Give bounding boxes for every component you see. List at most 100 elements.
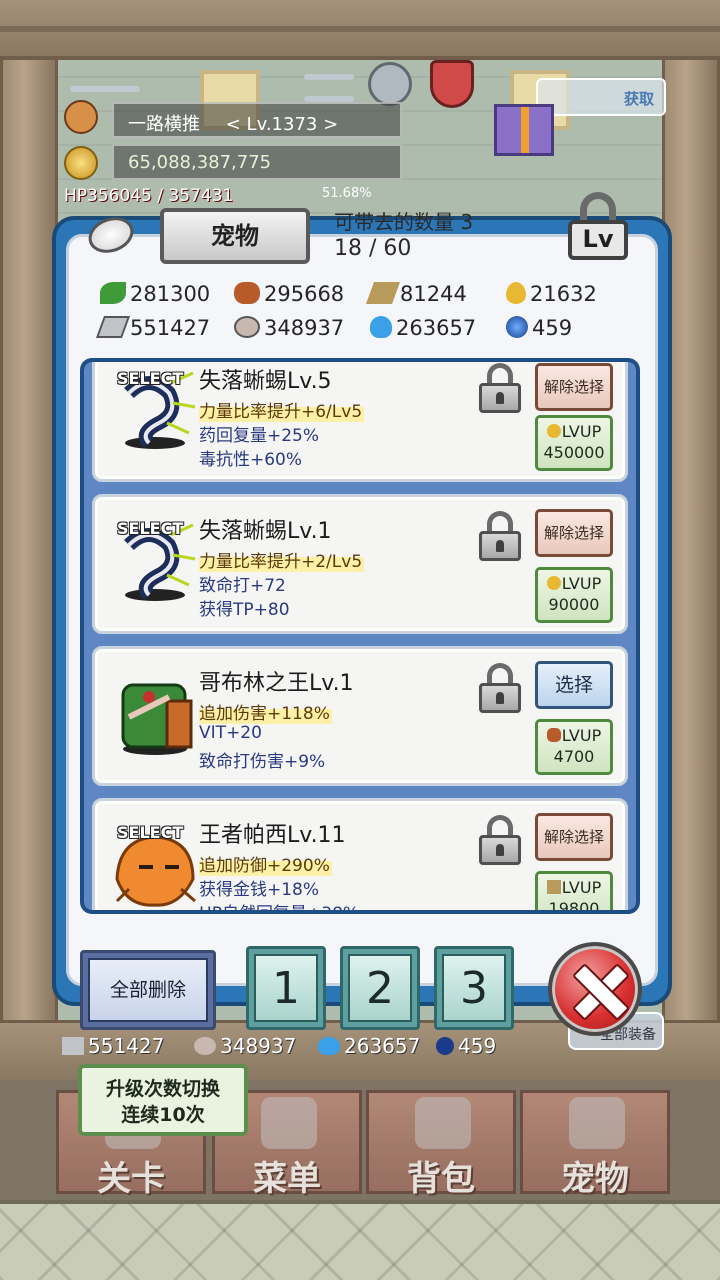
blue-flame-icon (318, 1037, 340, 1055)
pet-list[interactable]: SELECT 失落蜥蜴Lv.5 力量比率提升+6/Lv5 药回复量+25% 毒抗… (80, 358, 640, 914)
gift-box-icon[interactable] (494, 104, 554, 156)
pet-stat: VIT+20 (199, 723, 262, 743)
deselect-button[interactable]: 解除选择 (535, 813, 613, 861)
player-avatar (64, 100, 98, 134)
blue-orb-icon (506, 316, 528, 338)
resource-orb: 459 (506, 316, 572, 340)
backpack-icon (415, 1097, 471, 1149)
pet-name: 王者帕西Lv.11 (199, 823, 346, 848)
resource-plank: 81244 (365, 282, 467, 306)
player-level: < Lv.1373 > (225, 114, 339, 135)
floor (0, 1200, 720, 1280)
close-icon[interactable] (548, 942, 642, 1036)
blue-orb-icon (436, 1037, 454, 1055)
resource-flame: 263657 (370, 316, 476, 340)
pet-card[interactable]: SELECT 王者帕西Lv.11 追加防御+290% 获得金钱+18% HP自然… (92, 798, 628, 914)
pet-stat: 毒抗性+60% (199, 450, 303, 470)
coin-icon (64, 146, 98, 180)
level-lock-button[interactable]: Lv (566, 192, 630, 260)
nav-tab-bag[interactable]: 背包 (366, 1090, 516, 1199)
pet-stat: 药回复量+25% (199, 426, 320, 446)
behind-resource: 459 (436, 1034, 496, 1058)
lv-badge: Lv (568, 220, 628, 260)
wood-log-icon (234, 282, 260, 304)
pet-card[interactable]: 哥布林之王Lv.1 追加伤害+118% VIT+20 致命打伤害+9% 选择 L… (92, 646, 628, 786)
player-name-bar: 一路横推 < Lv.1373 > (112, 102, 402, 138)
pet-stat-primary: 追加防御+290% (199, 851, 332, 876)
stone-icon (234, 316, 260, 338)
selected-tag: SELECT (117, 519, 184, 538)
deselect-button[interactable]: 解除选择 (535, 363, 613, 411)
lock-toggle[interactable] (477, 511, 523, 563)
plank-icon (546, 880, 561, 894)
pet-name: 哥布林之王Lv.1 (199, 671, 354, 696)
wood-log-icon (546, 728, 561, 742)
pet-card[interactable]: SELECT 失落蜥蜴Lv.1 力量比率提升+2/Lv5 致命打+72 获得TP… (92, 494, 628, 634)
pet-stat-primary: 追加伤害+118% (199, 699, 332, 724)
resource-stone: 348937 (234, 316, 344, 340)
lvup-button[interactable]: LVUP 19800 (535, 871, 613, 914)
hp-readout: HP356045 / 357431 (64, 186, 234, 206)
lvup-cost: 19800 (548, 899, 600, 914)
oil-drop-icon (546, 576, 561, 590)
delete-all-button[interactable]: 全部删除 (80, 950, 216, 1030)
lvup-button[interactable]: LVUP 4700 (535, 719, 613, 775)
herb-icon (100, 282, 126, 304)
pet-stat-primary: 力量比率提升+2/Lv5 (199, 547, 365, 572)
preset-slot-1-button[interactable]: 1 (246, 946, 326, 1030)
selected-tag: SELECT (117, 369, 184, 388)
plank-icon (365, 282, 401, 304)
red-shield-icon (430, 60, 474, 108)
lock-toggle[interactable] (477, 363, 523, 415)
behind-resource: 551427 (62, 1034, 164, 1058)
preset-slot-3-button[interactable]: 3 (434, 946, 514, 1030)
nav-tab-pet[interactable]: 宠物 (520, 1090, 670, 1199)
pet-name: 失落蜥蜴Lv.1 (199, 519, 332, 544)
dialog-title: 宠物 (160, 208, 310, 264)
pet-stat-primary: 力量比率提升+6/Lv5 (199, 397, 365, 422)
resource-herb: 281300 (100, 282, 210, 306)
money-display: 65,088,387,775 (112, 144, 402, 180)
lock-toggle[interactable] (477, 815, 523, 867)
lvup-button[interactable]: LVUP 90000 (535, 567, 613, 623)
upgrade-count-toggle[interactable]: 升级次数切换 连续10次 (78, 1064, 248, 1136)
pet-card[interactable]: SELECT 失落蜥蜴Lv.5 力量比率提升+6/Lv5 药回复量+25% 毒抗… (92, 362, 628, 482)
pet-stat: 获得金钱+18% (199, 880, 320, 900)
selected-tag: SELECT (117, 823, 184, 842)
sword-icon (70, 86, 140, 92)
round-shield-icon (368, 62, 412, 106)
resource-wood: 295668 (234, 282, 344, 306)
select-button[interactable]: 选择 (535, 661, 613, 709)
behind-resource: 348937 (194, 1034, 296, 1058)
iron-ingot-icon (95, 316, 131, 338)
lvup-button[interactable]: LVUP 450000 (535, 415, 613, 471)
pet-skull-icon (569, 1097, 625, 1149)
carry-limit-label: 可带去的数量 3 (334, 210, 474, 234)
pet-count: 18 / 60 (334, 236, 412, 261)
preset-slot-2-button[interactable]: 2 (340, 946, 420, 1030)
lock-toggle[interactable] (477, 663, 523, 715)
resource-oil: 21632 (506, 282, 597, 306)
get-gems-button[interactable]: 获取 (536, 78, 666, 116)
dagger-icon (304, 74, 354, 80)
lvup-cost: 4700 (553, 747, 595, 766)
pet-name: 失落蜥蜴Lv.5 (199, 369, 332, 394)
lvup-cost: 90000 (548, 595, 600, 614)
pet-stat: 致命打伤害+9% (199, 752, 326, 772)
deselect-button[interactable]: 解除选择 (535, 509, 613, 557)
pet-stat: 获得TP+80 (199, 600, 290, 620)
lvup-cost: 450000 (543, 443, 605, 462)
blue-flame-icon (370, 316, 392, 338)
book-icon (261, 1097, 317, 1149)
exp-percent: 51.68% (322, 186, 372, 201)
goblin-king-portrait (121, 683, 193, 755)
oil-drop-icon (546, 424, 561, 438)
oil-drop-icon (506, 282, 526, 304)
top-beam (0, 0, 720, 60)
player-name: 一路横推 (128, 114, 200, 135)
pet-stat: 致命打+72 (199, 576, 286, 596)
stone-icon (194, 1037, 216, 1055)
resource-iron: 551427 (95, 316, 210, 340)
behind-resource: 263657 (318, 1034, 420, 1058)
iron-ingot-icon (62, 1037, 84, 1055)
